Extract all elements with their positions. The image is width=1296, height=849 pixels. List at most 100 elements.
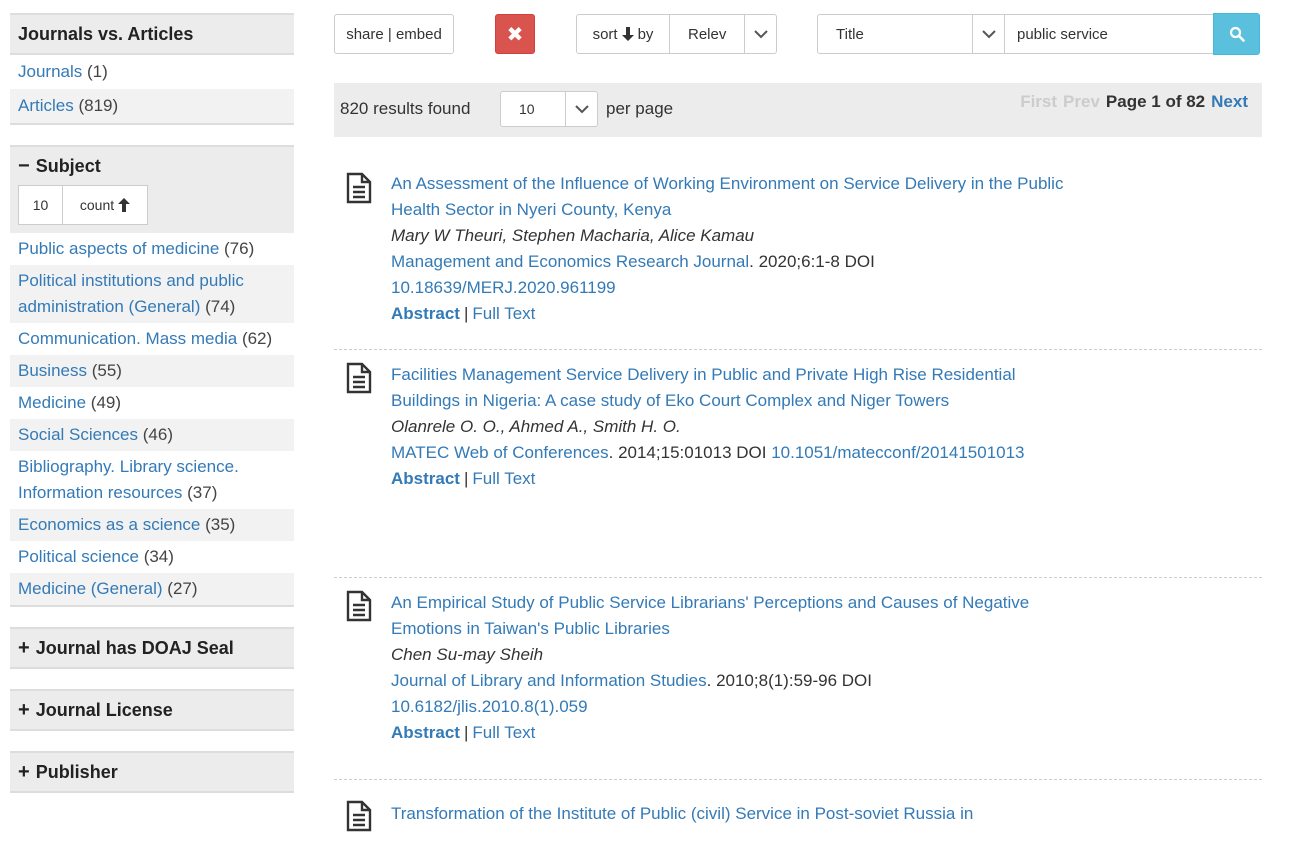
doi-link[interactable]: 10.18639/MERJ.2020.961199 <box>391 278 616 297</box>
facet-link[interactable]: Political science <box>18 547 139 566</box>
facet-link[interactable]: Medicine (General) <box>18 579 163 598</box>
abstract-link[interactable]: Abstract <box>391 469 460 488</box>
facet-item-articles: Articles (819) <box>10 89 294 125</box>
prev-page-link: Prev <box>1063 92 1100 111</box>
facet-sidebar: Journals vs. Articles Journals (1) Artic… <box>10 13 294 813</box>
facet-count: (34) <box>143 547 174 566</box>
journal-link[interactable]: Management and Economics Research Journa… <box>391 252 749 271</box>
pagination: First Prev Page 1 of 82 Next <box>1020 92 1248 112</box>
facet-sort-button[interactable]: count <box>63 186 147 224</box>
link-separator: | <box>463 723 469 742</box>
facet-doaj-seal: + Journal has DOAJ Seal <box>10 627 294 669</box>
facet-count: (62) <box>241 329 273 348</box>
document-icon <box>346 172 372 204</box>
sort-select[interactable]: Relev <box>669 14 777 54</box>
result-source: Management and Economics Research Journa… <box>391 249 1031 301</box>
subject-toggle[interactable]: − Subject <box>18 155 286 177</box>
result-links: Abstract | Full Text <box>391 720 1262 746</box>
journal-link[interactable]: MATEC Web of Conferences <box>391 443 609 462</box>
citation: . 2014;15:01013 DOI <box>608 443 772 462</box>
page-indicator: Page 1 of 82 <box>1105 92 1206 111</box>
chevron-down-icon <box>565 92 597 126</box>
facet-title: Publisher <box>35 761 118 782</box>
subject-list: Public aspects of medicine (76) Politica… <box>10 233 294 607</box>
facet-journals-vs-articles: Journals vs. Articles Journals (1) Artic… <box>10 13 294 125</box>
facet-journal-license: + Journal License <box>10 689 294 731</box>
link-separator: | <box>463 304 469 323</box>
sort-label: sort <box>592 25 618 43</box>
journal-link[interactable]: Journal of Library and Information Studi… <box>391 671 707 690</box>
facet-count: (37) <box>187 483 218 502</box>
facet-link[interactable]: Public aspects of medicine <box>18 239 219 258</box>
facet-link[interactable]: Medicine <box>18 393 86 412</box>
facet-link[interactable]: Articles <box>18 96 74 115</box>
facet-list: Journals (1) Articles (819) <box>10 55 294 125</box>
arrow-down-icon <box>621 27 634 41</box>
result-title[interactable]: Transformation of the Institute of Publi… <box>391 801 1081 827</box>
link-separator: | <box>463 469 469 488</box>
share-embed-button[interactable]: share | embed <box>334 14 454 54</box>
sort-select-value: Relev <box>688 25 727 43</box>
facet-size-button[interactable]: 10 <box>19 186 63 224</box>
facet-toggle[interactable]: + Journal License <box>10 689 294 731</box>
result-item: An Assessment of the Influence of Workin… <box>334 160 1262 350</box>
doi-link[interactable]: 10.1051/matecconf/20141501013 <box>771 443 1024 462</box>
facet-item: Bibliography. Library science. Informati… <box>10 451 294 509</box>
result-title[interactable]: An Assessment of the Influence of Workin… <box>391 171 1081 223</box>
result-authors: Olanrele O. O., Ahmed A., Smith H. O. <box>391 417 681 436</box>
doi-link[interactable]: 10.6182/jlis.2010.8(1).059 <box>391 697 588 716</box>
facet-title: Journal License <box>35 699 173 720</box>
results-count: 820 results found <box>340 99 471 118</box>
facet-count: (1) <box>87 62 108 81</box>
result-authors: Mary W Theuri, Stephen Macharia, Alice K… <box>391 226 755 245</box>
results-list: An Assessment of the Influence of Workin… <box>334 160 1262 849</box>
result-title[interactable]: Facilities Management Service Delivery i… <box>391 362 1081 414</box>
facet-item: Medicine (General) (27) <box>10 573 294 605</box>
document-icon <box>346 800 372 832</box>
clear-search-button[interactable]: ✖ <box>495 14 535 54</box>
subject-header: − Subject 10 count <box>10 145 294 233</box>
facet-link[interactable]: Journals <box>18 62 82 81</box>
subject-controls: 10 count <box>18 185 148 225</box>
chevron-down-icon <box>972 15 1004 53</box>
result-item: An Empirical Study of Public Service Lib… <box>334 578 1262 780</box>
search-input[interactable] <box>1004 14 1214 54</box>
per-page-value: 10 <box>519 101 535 117</box>
search-field-value: Title <box>836 25 864 43</box>
search-field-select[interactable]: Title <box>817 14 1005 54</box>
abstract-link[interactable]: Abstract <box>391 304 460 323</box>
per-page-label: per page <box>606 99 674 118</box>
facet-count: (74) <box>205 297 236 316</box>
search-button[interactable] <box>1213 13 1260 55</box>
plus-icon: + <box>18 637 30 659</box>
citation: . 2010;8(1):59-96 DOI <box>706 671 872 690</box>
results-bar: 820 results found 10 per page First Prev… <box>334 83 1262 137</box>
facet-link[interactable]: Communication. Mass media <box>18 329 237 348</box>
citation: . 2020;6:1-8 DOI <box>749 252 875 271</box>
facet-count: (46) <box>142 425 173 444</box>
result-source: MATEC Web of Conferences. 2014;15:01013 … <box>391 440 1031 466</box>
sort-by-label: by <box>637 25 654 43</box>
facet-link[interactable]: Social Sciences <box>18 425 138 444</box>
facet-link[interactable]: Business <box>18 361 87 380</box>
facet-heading[interactable]: Journals vs. Articles <box>10 13 294 55</box>
result-title[interactable]: An Empirical Study of Public Service Lib… <box>391 590 1081 642</box>
abstract-link[interactable]: Abstract <box>391 723 460 742</box>
result-links: Abstract | Full Text <box>391 301 1262 327</box>
facet-link[interactable]: Economics as a science <box>18 515 200 534</box>
facet-count: (55) <box>91 361 122 380</box>
facet-count: (76) <box>224 239 255 258</box>
fulltext-link[interactable]: Full Text <box>472 469 535 488</box>
fulltext-link[interactable]: Full Text <box>472 304 535 323</box>
next-page-link[interactable]: Next <box>1211 92 1248 112</box>
fulltext-link[interactable]: Full Text <box>472 723 535 742</box>
facet-toggle[interactable]: + Publisher <box>10 751 294 793</box>
sort-button[interactable]: sort by <box>576 14 670 54</box>
result-item: Transformation of the Institute of Publi… <box>334 780 1262 849</box>
plus-icon: + <box>18 761 30 783</box>
first-page-link: First <box>1020 92 1058 111</box>
plus-icon: + <box>18 699 30 721</box>
per-page-select[interactable]: 10 <box>500 91 598 127</box>
arrow-up-icon <box>118 198 131 212</box>
facet-toggle[interactable]: + Journal has DOAJ Seal <box>10 627 294 669</box>
